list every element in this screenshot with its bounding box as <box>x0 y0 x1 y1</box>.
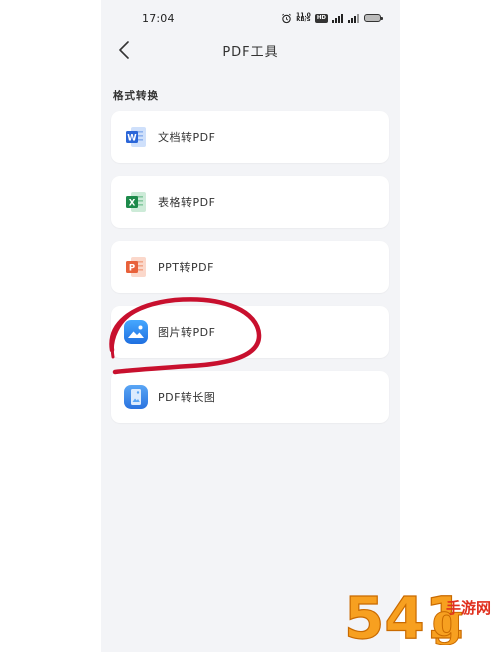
nav-bar: PDF工具 <box>101 34 400 66</box>
excel-icon: X <box>126 192 146 212</box>
tool-card-excel-to-pdf[interactable]: X 表格转PDF <box>111 176 389 228</box>
signal-icon-2 <box>348 13 359 23</box>
svg-text:X: X <box>129 199 136 209</box>
powerpoint-icon: P <box>126 257 146 277</box>
page-title: PDF工具 <box>222 45 279 60</box>
tool-label-excel-to-pdf: 表格转PDF <box>158 196 216 209</box>
battery-icon <box>364 14 383 22</box>
net-speed: 11.0 KB/S <box>296 13 311 23</box>
svg-text:P: P <box>129 264 135 274</box>
tool-card-ppt-to-pdf[interactable]: P PPT转PDF <box>111 241 389 293</box>
tool-label-pdf-to-long-image: PDF转长图 <box>158 391 216 404</box>
tool-card-image-to-pdf[interactable]: 图片转PDF <box>111 306 389 358</box>
watermark-glyph: g <box>432 595 463 645</box>
status-bar: 17:04 11.0 KB/S HD <box>101 0 400 36</box>
signal-icon <box>332 13 343 23</box>
alarm-icon <box>282 13 291 23</box>
status-icons: 11.0 KB/S HD <box>281 12 383 24</box>
tool-label-word-to-pdf: 文档转PDF <box>158 131 216 144</box>
tool-label-image-to-pdf: 图片转PDF <box>158 326 216 339</box>
section-title: 格式转换 <box>113 90 159 102</box>
watermark-text: 手游网 <box>446 599 491 617</box>
phone-screen: 17:04 11.0 KB/S HD PDF工具 格式转换 W 文档转PDF X… <box>101 0 400 652</box>
tool-card-pdf-to-long-image[interactable]: PDF转长图 <box>111 371 389 423</box>
tool-card-word-to-pdf[interactable]: W 文档转PDF <box>111 111 389 163</box>
tool-label-ppt-to-pdf: PPT转PDF <box>158 261 214 274</box>
hd-badge: HD <box>314 13 328 23</box>
net-speed-unit: KB/S <box>296 17 311 23</box>
word-icon: W <box>126 127 146 147</box>
svg-text:W: W <box>127 134 137 144</box>
image-icon <box>124 320 148 344</box>
long-image-icon <box>124 385 148 409</box>
status-time: 17:04 <box>142 12 175 25</box>
